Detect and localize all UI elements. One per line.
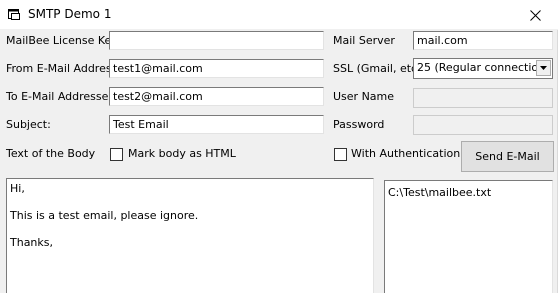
list-item[interactable]: C:\Test\mailbee.txt bbox=[388, 186, 491, 200]
authentication-checkbox-label: With Authentication bbox=[351, 147, 461, 160]
ssl-select[interactable]: 25 (Regular connection) bbox=[413, 58, 553, 79]
close-button[interactable] bbox=[512, 0, 558, 30]
password-label: Password bbox=[333, 118, 385, 131]
body-label: Text of the Body bbox=[6, 147, 96, 160]
user-name-label: User Name bbox=[333, 90, 395, 103]
subject-input[interactable]: Test Email bbox=[109, 115, 324, 134]
body-line-3: Thanks, bbox=[10, 236, 54, 249]
mail-server-label: Mail Server bbox=[333, 34, 395, 47]
app-window-icon bbox=[8, 9, 20, 20]
body-line-1: Hi, bbox=[10, 182, 25, 195]
close-icon bbox=[529, 9, 541, 21]
from-address-label: From E-Mail Address: bbox=[6, 62, 122, 75]
html-body-checkbox[interactable] bbox=[110, 148, 123, 161]
window-title: SMTP Demo 1 bbox=[28, 7, 112, 21]
chevron-down-icon bbox=[540, 66, 547, 70]
authentication-checkbox[interactable] bbox=[334, 148, 347, 161]
user-name-input[interactable] bbox=[413, 88, 553, 108]
dropdown-arrow-button[interactable] bbox=[536, 60, 551, 76]
subject-label: Subject: bbox=[6, 118, 51, 131]
from-address-input[interactable]: test1@mail.com bbox=[109, 59, 324, 78]
to-address-input[interactable]: test2@mail.com bbox=[109, 87, 324, 106]
html-body-checkbox-label: Mark body as HTML bbox=[128, 147, 236, 160]
to-address-label: To E-Mail Addresses: bbox=[6, 90, 118, 103]
title-bar: SMTP Demo 1 bbox=[0, 0, 558, 30]
mail-server-input[interactable]: mail.com bbox=[413, 31, 553, 50]
license-key-label: MailBee License Key bbox=[6, 34, 118, 47]
attachments-list[interactable]: C:\Test\mailbee.txt bbox=[384, 180, 553, 293]
body-text-area[interactable]: Hi, This is a test email, please ignore.… bbox=[6, 178, 374, 293]
ssl-select-value: 25 (Regular connection) bbox=[417, 61, 550, 74]
license-key-input[interactable] bbox=[109, 31, 324, 50]
ssl-label: SSL (Gmail, etc) bbox=[333, 62, 422, 75]
password-input[interactable] bbox=[413, 115, 553, 135]
body-line-2: This is a test email, please ignore. bbox=[10, 209, 199, 222]
send-email-button[interactable]: Send E-Mail bbox=[461, 141, 554, 172]
